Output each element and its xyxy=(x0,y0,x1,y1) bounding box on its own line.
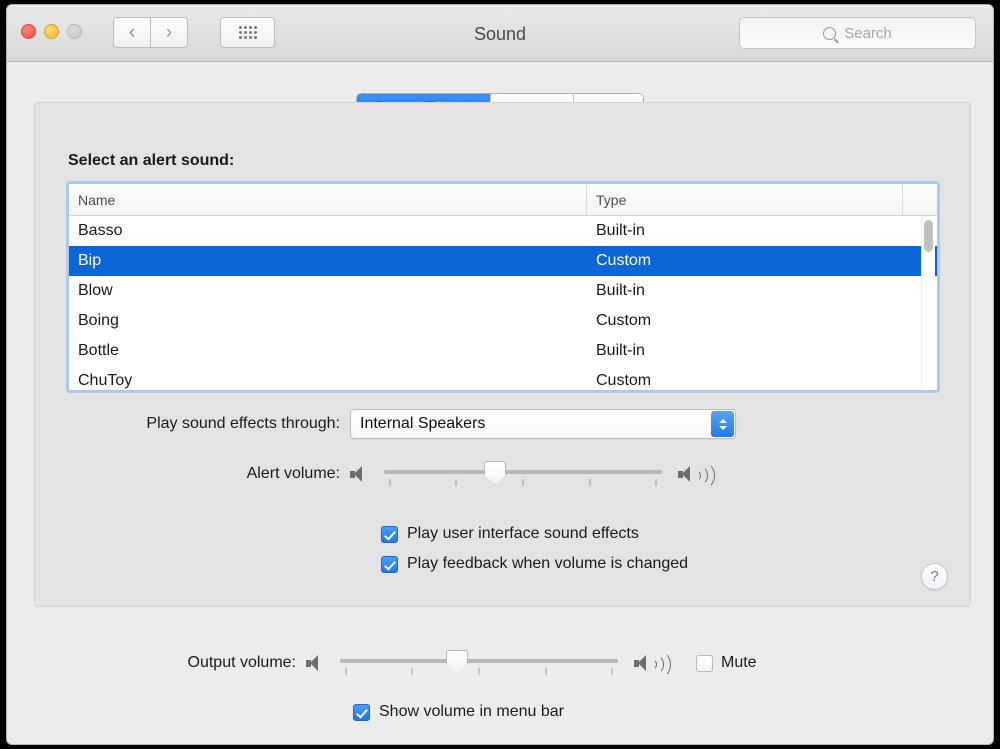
table-row[interactable]: Bip Custom xyxy=(69,246,937,276)
row-type: Custom xyxy=(596,252,652,269)
alert-volume-ticks xyxy=(384,479,662,486)
row-name: Blow xyxy=(78,282,113,299)
alert-volume-slider[interactable] xyxy=(384,461,662,487)
row-name: Basso xyxy=(78,222,123,239)
question-mark-icon: ? xyxy=(930,568,939,585)
row-type: Built-in xyxy=(596,222,645,239)
mute-checkbox[interactable]: Mute xyxy=(696,654,757,672)
row-type: Built-in xyxy=(596,342,645,359)
table-scrollbar-thumb[interactable] xyxy=(924,220,933,252)
help-button[interactable]: ? xyxy=(921,563,948,590)
speaker-quiet-icon xyxy=(350,465,368,483)
checkbox-checked-icon[interactable] xyxy=(381,525,398,543)
play-ui-sounds-label: Play user interface sound effects xyxy=(407,525,639,542)
chevron-updown-icon[interactable] xyxy=(711,411,734,437)
show-volume-menubar-checkbox[interactable]: Show volume in menu bar xyxy=(353,703,564,721)
speaker-quiet-icon xyxy=(306,654,324,672)
row-name: Boing xyxy=(78,312,119,329)
table-row[interactable]: Bottle Built-in xyxy=(69,336,937,366)
table-row[interactable]: Basso Built-in xyxy=(69,216,937,246)
alert-volume-track xyxy=(384,470,662,474)
row-name: Bottle xyxy=(78,342,119,359)
column-header-name[interactable]: Name xyxy=(69,184,587,215)
speaker-loud-icon xyxy=(678,461,722,489)
search-input[interactable]: Search xyxy=(739,17,976,49)
play-feedback-checkbox[interactable]: Play feedback when volume is changed xyxy=(381,555,688,573)
row-type: Custom xyxy=(596,312,652,329)
play-feedback-label: Play feedback when volume is changed xyxy=(407,555,689,572)
table-scrollbar[interactable] xyxy=(921,217,935,388)
show-volume-menubar-label: Show volume in menu bar xyxy=(379,703,564,720)
row-type: Built-in xyxy=(596,282,645,299)
search-icon xyxy=(823,26,837,40)
output-volume-slider[interactable] xyxy=(340,650,618,676)
select-alert-sound-label: Select an alert sound: xyxy=(68,152,235,169)
output-volume-ticks xyxy=(340,668,618,675)
table-header-row: Name Type xyxy=(69,184,937,216)
sound-effects-panel: Select an alert sound: Name Type Basso B… xyxy=(34,102,971,607)
search-placeholder: Search xyxy=(844,24,892,42)
row-name: ChuToy xyxy=(78,372,133,389)
output-volume-row: Output volume: Mute xyxy=(34,650,969,678)
sound-preferences-window: ‹ › Sound Search Sound Effects Output xyxy=(6,4,994,745)
row-type: Custom xyxy=(596,372,652,389)
table-row[interactable]: ChuToy Custom xyxy=(69,366,937,390)
mute-label: Mute xyxy=(721,654,757,671)
play-through-label: Play sound effects through: xyxy=(146,415,340,432)
checkbox-unchecked-icon[interactable] xyxy=(696,654,713,672)
row-name: Bip xyxy=(78,252,102,269)
play-through-select[interactable]: Internal Speakers xyxy=(350,409,736,439)
alert-sound-table[interactable]: Name Type Basso Built-in Bip Custom Blow… xyxy=(68,183,938,391)
column-header-spacer xyxy=(903,184,937,215)
column-header-type[interactable]: Type xyxy=(587,184,903,215)
table-row[interactable]: Boing Custom xyxy=(69,306,937,336)
column-header-type-label: Type xyxy=(596,191,627,208)
window-titlebar: ‹ › Sound Search xyxy=(7,5,993,62)
column-header-name-label: Name xyxy=(78,191,116,208)
checkbox-checked-icon[interactable] xyxy=(353,703,370,721)
output-volume-track xyxy=(340,659,618,663)
output-volume-label: Output volume: xyxy=(187,654,297,671)
play-through-row: Play sound effects through: Internal Spe… xyxy=(68,409,936,439)
alert-volume-label: Alert volume: xyxy=(246,465,340,482)
checkbox-checked-icon[interactable] xyxy=(381,555,398,573)
alert-volume-row: Alert volume: xyxy=(68,461,936,489)
table-row[interactable]: Blow Built-in xyxy=(69,276,937,306)
play-ui-sounds-checkbox[interactable]: Play user interface sound effects xyxy=(381,525,639,543)
play-through-value: Internal Speakers xyxy=(360,415,486,432)
speaker-loud-icon xyxy=(634,650,678,678)
